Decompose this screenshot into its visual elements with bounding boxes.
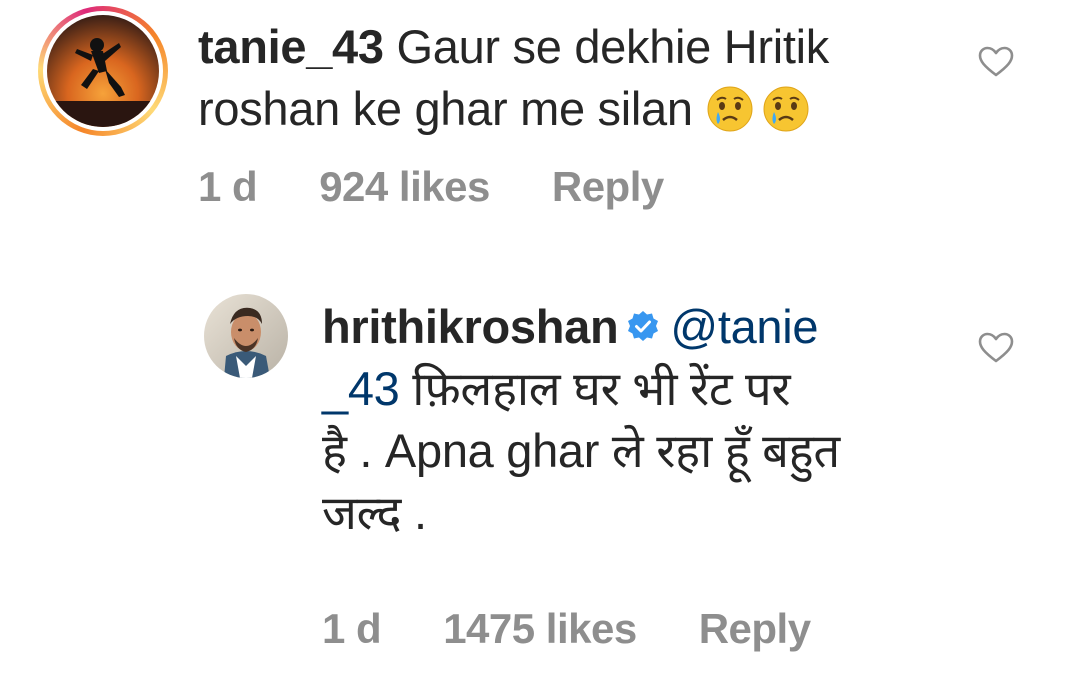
- comment-username[interactable]: hrithikroshan: [322, 300, 619, 353]
- comment-likes[interactable]: 1475 likes: [443, 605, 637, 653]
- comment-likes[interactable]: 924 likes: [319, 163, 490, 211]
- comment-time: 1 d: [198, 163, 258, 210]
- comment-body: tanie_43 Gaur se dekhie Hritik roshan ke…: [198, 16, 958, 140]
- mention-link[interactable]: @tanie: [670, 300, 818, 353]
- comment-tanie: tanie_43 Gaur se dekhie Hritik roshan ke…: [0, 0, 1080, 230]
- reply-button[interactable]: Reply: [699, 605, 811, 653]
- comment-meta: 1 d 924 likes Reply: [198, 162, 664, 212]
- comment-meta: 1 d 1475 likes Reply: [322, 604, 811, 654]
- comment-text-line2: फ़िलहाल घर भी रेंट पर: [399, 362, 791, 415]
- crying-face-emoji-icon: [707, 86, 753, 132]
- comment-text-line3: है . Apna ghar ले रहा हूँ बहुत: [322, 424, 840, 477]
- comment-time: 1 d: [322, 605, 382, 652]
- user-avatar-icon[interactable]: [204, 294, 288, 378]
- comment-text-line1: Gaur se dekhie Hritik: [383, 20, 830, 73]
- story-ring[interactable]: [38, 6, 168, 136]
- mention-link-continued[interactable]: _43: [322, 362, 400, 415]
- comment-username[interactable]: tanie_43: [198, 20, 384, 73]
- comment-body: hrithikroshan @tanie _43 फ़िलहाल घर भी र…: [322, 296, 942, 544]
- comment-text-line4: जल्द .: [322, 486, 427, 539]
- crying-face-emoji-icon: [763, 86, 809, 132]
- reply-button[interactable]: Reply: [552, 163, 664, 211]
- verified-badge-icon: [628, 310, 659, 341]
- heart-outline-icon[interactable]: [978, 46, 1014, 78]
- comment-text-line2: roshan ke ghar me silan: [198, 82, 706, 135]
- comment-hrithikroshan: hrithikroshan @tanie _43 फ़िलहाल घर भी र…: [0, 280, 1080, 686]
- heart-outline-icon[interactable]: [978, 332, 1014, 364]
- user-avatar-icon[interactable]: [47, 15, 159, 127]
